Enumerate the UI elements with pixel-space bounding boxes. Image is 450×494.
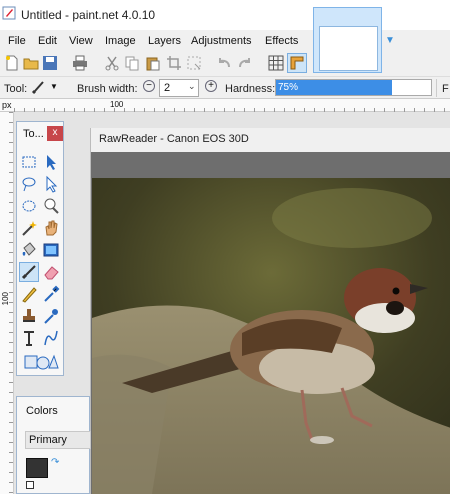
menu-adjustments[interactable]: Adjustments [191, 35, 252, 47]
color-picker-icon[interactable] [41, 284, 61, 304]
pan-icon[interactable] [41, 218, 61, 238]
new-icon[interactable] [4, 55, 20, 71]
ruler-unit-label: px [2, 100, 12, 110]
window-title: Untitled - paint.net 4.0.10 [21, 8, 156, 22]
paintbrush-icon[interactable] [31, 81, 45, 95]
colors-window: Colors Primary ↷ [16, 396, 91, 494]
lasso-select-icon[interactable] [19, 174, 39, 194]
clone-stamp-icon[interactable] [19, 306, 39, 326]
hardness-value: 75% [278, 82, 299, 93]
deselect-icon[interactable] [186, 55, 202, 71]
paintbrush-tool[interactable] [19, 262, 39, 282]
menu-effects[interactable]: Effects [265, 35, 298, 47]
undo-icon[interactable] [216, 55, 232, 71]
increase-width-icon[interactable]: + [205, 80, 217, 92]
copy-icon[interactable] [124, 55, 140, 71]
tools-close-button[interactable]: x [47, 126, 63, 141]
redo-icon[interactable] [237, 55, 253, 71]
swap-colors-icon[interactable]: ↷ [51, 457, 59, 468]
eraser-icon[interactable] [41, 262, 61, 282]
recolor-icon[interactable] [41, 306, 61, 326]
hardness-slider[interactable]: 75% [275, 79, 432, 96]
menu-view[interactable]: View [69, 35, 93, 47]
tool-options-bar: Tool: ▼ Brush width: − 2 ⌄ + Hardness: 7… [0, 76, 450, 98]
gradient-icon[interactable] [41, 240, 61, 260]
menu-bar: File Edit View Image Layers Adjustments … [0, 30, 312, 52]
shapes-icon[interactable] [23, 350, 59, 372]
paintnet-app-icon [2, 6, 16, 20]
fill-label: F [442, 83, 449, 95]
print-icon[interactable] [72, 55, 88, 71]
move-selected-icon[interactable] [41, 152, 61, 172]
thumbnail-dropdown-icon[interactable]: ▼ [385, 35, 395, 46]
ruler-icon [290, 56, 304, 70]
ellipse-select-icon[interactable] [19, 196, 39, 216]
top-ruler: px 100 [0, 98, 450, 112]
rectangle-select-icon[interactable] [19, 152, 39, 172]
hardness-label: Hardness: [225, 83, 276, 95]
left-tick-label: 100 [1, 292, 10, 306]
brush-width-combobox[interactable]: 2 ⌄ [159, 79, 199, 97]
chevron-down-icon: ⌄ [188, 81, 196, 91]
main-toolbar [0, 52, 450, 76]
image-window: RawReader - Canon EOS 30D [90, 128, 450, 494]
brush-width-label: Brush width: [77, 83, 138, 95]
image-window-title: RawReader - Canon EOS 30D [99, 133, 249, 145]
sparrow-photo[interactable] [92, 178, 450, 494]
zoom-icon[interactable] [41, 196, 61, 216]
rulers-toggle[interactable] [287, 53, 307, 73]
menu-file[interactable]: File [8, 35, 26, 47]
text-icon[interactable] [19, 328, 39, 348]
top-tick-label: 100 [110, 100, 124, 109]
decrease-width-icon[interactable]: − [143, 80, 155, 92]
left-ruler: 100 [0, 112, 14, 494]
menu-image[interactable]: Image [105, 35, 136, 47]
line-curve-icon[interactable] [41, 328, 61, 348]
brush-width-value: 2 [164, 82, 171, 94]
tool-label: Tool: [4, 83, 28, 95]
reset-colors-icon[interactable] [26, 481, 34, 489]
paintbrush-icon [21, 265, 36, 280]
color-mode-select[interactable]: Primary [25, 431, 91, 449]
magic-wand-icon[interactable] [19, 218, 39, 238]
save-icon[interactable] [42, 55, 58, 71]
grid-icon[interactable] [268, 55, 284, 71]
cut-icon[interactable] [104, 55, 120, 71]
paste-icon[interactable] [145, 55, 161, 71]
open-icon[interactable] [23, 55, 39, 71]
tools-window-title: To... [23, 128, 44, 140]
move-selection-icon[interactable] [41, 174, 61, 194]
paint-bucket-icon[interactable] [19, 240, 39, 260]
toolbar-separator [436, 79, 437, 97]
tools-window: To... x [16, 121, 64, 376]
colors-window-title: Colors [26, 405, 58, 417]
pencil-icon[interactable] [19, 284, 39, 304]
tool-dropdown-icon[interactable]: ▼ [50, 82, 58, 91]
title-bar: Untitled - paint.net 4.0.10 [0, 0, 450, 30]
menu-layers[interactable]: Layers [148, 35, 181, 47]
primary-color-swatch[interactable] [26, 458, 48, 478]
crop-icon[interactable] [166, 55, 182, 71]
menu-edit[interactable]: Edit [38, 35, 57, 47]
